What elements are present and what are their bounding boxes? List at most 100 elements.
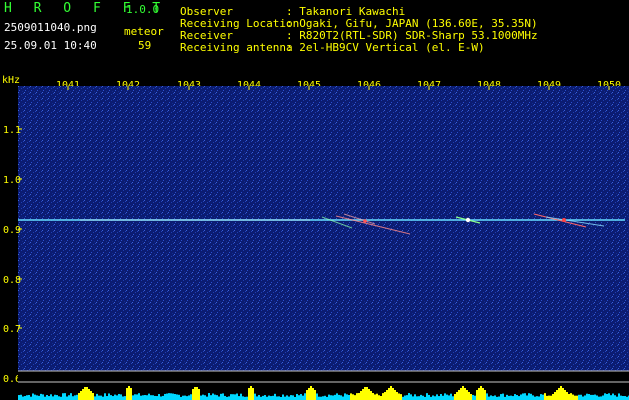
activity-bar [460, 388, 462, 400]
activity-bar [462, 386, 464, 400]
activity-bar [610, 395, 612, 400]
activity-bar [518, 396, 520, 400]
activity-bar [622, 396, 624, 400]
activity-bar [92, 393, 94, 400]
activity-bar [480, 386, 482, 400]
activity-bar [254, 393, 256, 400]
activity-bar [416, 396, 418, 400]
activity-bar [142, 395, 144, 400]
activity-bar [478, 388, 480, 400]
activity-bar [596, 395, 598, 400]
activity-bar [288, 396, 290, 400]
activity-bar [74, 395, 76, 400]
activity-bar [304, 393, 306, 400]
activity-bar [358, 393, 360, 400]
activity-bar [438, 396, 440, 400]
activity-bar [506, 394, 508, 400]
activity-bar [116, 395, 118, 400]
activity-bar [558, 388, 560, 400]
activity-bar [374, 394, 376, 400]
activity-bar [64, 393, 66, 400]
activity-bar [486, 393, 488, 400]
activity-bar [82, 389, 84, 400]
activity-bar [366, 387, 368, 400]
activity-bar [388, 388, 390, 400]
activity-bar [296, 393, 298, 400]
y-tick-label: 1.1 [3, 125, 21, 136]
activity-bar [348, 395, 350, 400]
activity-bar [428, 394, 430, 400]
activity-bar [484, 390, 486, 400]
activity-bar [242, 396, 244, 400]
activity-bar [440, 394, 442, 400]
activity-bar [68, 395, 70, 400]
activity-bar [158, 394, 160, 400]
activity-bar [220, 393, 222, 400]
activity-bar [598, 396, 600, 400]
activity-bar [114, 394, 116, 400]
activity-bar [146, 395, 148, 400]
activity-bar [202, 394, 204, 400]
activity-bar [250, 386, 252, 400]
activity-bar [600, 396, 602, 400]
activity-bar [560, 386, 562, 400]
activity-bar [368, 389, 370, 400]
activity-bar [148, 393, 150, 400]
activity-bar [154, 395, 156, 400]
activity-bar [188, 395, 190, 400]
activity-bar [606, 393, 608, 400]
activity-bar [252, 388, 254, 400]
activity-bar [564, 390, 566, 400]
activity-bar [554, 392, 556, 400]
activity-bar [354, 395, 356, 400]
activity-bar [278, 396, 280, 400]
activity-bar [268, 395, 270, 400]
activity-bar [160, 396, 162, 400]
activity-bar [216, 395, 218, 400]
activity-bar [472, 394, 474, 400]
activity-bar [454, 394, 456, 400]
activity-bar [594, 394, 596, 400]
activity-bar [332, 395, 334, 400]
activity-bar [586, 393, 588, 400]
activity-bar [208, 393, 210, 400]
activity-bar [198, 389, 200, 400]
activity-bar [80, 391, 82, 400]
activity-bar [344, 393, 346, 400]
activity-bar [378, 395, 380, 400]
activity-bar [84, 387, 86, 400]
activity-bar [228, 396, 230, 400]
activity-bar [582, 396, 584, 400]
activity-bar [324, 395, 326, 400]
activity-bar [174, 394, 176, 400]
activity-bar [238, 396, 240, 400]
activity-bar [380, 396, 382, 400]
activity-bar [106, 396, 108, 400]
activity-bar [312, 388, 314, 400]
activity-bar [382, 393, 384, 400]
activity-bar [18, 395, 20, 400]
activity-bar [100, 395, 102, 400]
activity-bar [602, 395, 604, 400]
activity-bar [384, 392, 386, 400]
activity-bar [396, 392, 398, 400]
activity-bar [526, 395, 528, 400]
activity-bar [512, 396, 514, 400]
activity-bar [612, 393, 614, 400]
activity-bar [328, 394, 330, 400]
activity-bar [274, 393, 276, 400]
activity-bar [364, 387, 366, 400]
activity-bar [570, 393, 572, 400]
activity-bar [446, 394, 448, 400]
activity-bar [452, 396, 454, 400]
activity-bar [580, 394, 582, 400]
activity-bar [498, 396, 500, 400]
activity-bar [40, 393, 42, 400]
activity-bar [234, 394, 236, 400]
activity-bar [346, 394, 348, 400]
activity-bar [58, 396, 60, 400]
activity-bar [54, 394, 56, 400]
activity-bar [576, 395, 578, 400]
activity-bar [196, 387, 198, 400]
activity-bar [456, 392, 458, 400]
